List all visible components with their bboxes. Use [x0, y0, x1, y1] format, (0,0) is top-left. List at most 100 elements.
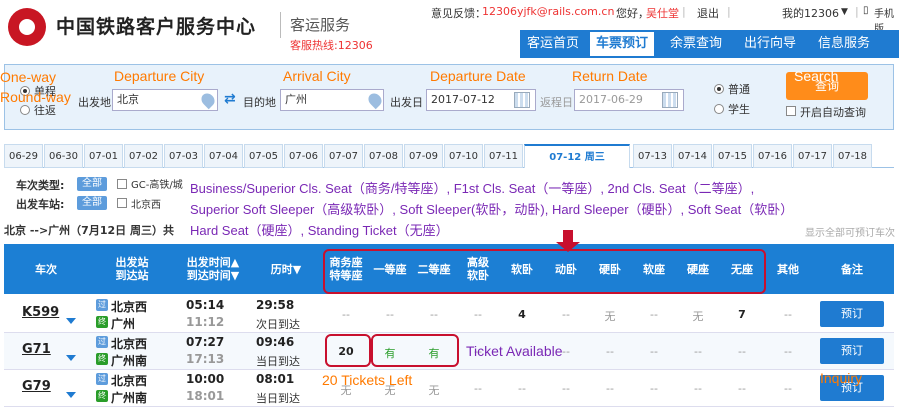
date-tab[interactable]: 07-16 — [753, 144, 792, 168]
nav-ticket-booking[interactable]: 车票预订 — [588, 30, 656, 58]
col-duration[interactable]: 历时▼ — [256, 244, 316, 294]
terminal-badge-icon: 终 — [96, 390, 108, 402]
available-highlight — [371, 334, 459, 367]
train-number-link[interactable]: K599 — [22, 305, 59, 320]
date-tab[interactable]: 07-15 — [713, 144, 752, 168]
seat-availability: -- — [518, 382, 526, 395]
duration: 29:58 — [256, 298, 295, 312]
date-tab[interactable]: 07-01 — [84, 144, 123, 168]
departure-time: 07:27 — [186, 335, 225, 349]
nav-ticket-query[interactable]: 余票查询 — [660, 30, 732, 58]
annotation-return-date: Return Date — [572, 68, 648, 84]
seat-availability: -- — [474, 308, 482, 321]
annotation-search: Search — [794, 68, 839, 84]
seat-availability: -- — [694, 345, 702, 358]
date-tab[interactable]: 06-29 — [4, 144, 43, 168]
date-tab[interactable]: 07-09 — [404, 144, 443, 168]
annotation-seat-types-3: Hard Seat（硬座）, Standing Ticket（无座） — [190, 223, 449, 238]
calendar-icon[interactable] — [514, 92, 530, 108]
my12306-link[interactable]: 我的12306 — [782, 5, 839, 21]
station-checkbox[interactable] — [117, 198, 127, 208]
swap-icon[interactable]: ⇄ — [224, 91, 236, 107]
logout-link[interactable]: 退出 — [697, 5, 719, 21]
brand-subtitle: 客运服务 — [290, 16, 351, 34]
chevron-down-icon[interactable] — [66, 392, 76, 398]
seat-availability: -- — [650, 382, 658, 395]
date-tab[interactable]: 07-11 — [484, 144, 523, 168]
chevron-down-icon[interactable] — [66, 355, 76, 361]
chevron-down-icon[interactable]: ▼ — [841, 7, 848, 17]
date-tab[interactable]: 07-18 — [833, 144, 872, 168]
col-stations[interactable]: 出发站 到达站 — [92, 244, 172, 294]
student-ticket-label: 学生 — [728, 103, 750, 116]
header-divider — [280, 12, 281, 38]
seat-availability: -- — [562, 382, 570, 395]
user-name[interactable]: 吴仕堂 — [646, 5, 679, 21]
date-tab[interactable]: 07-02 — [124, 144, 163, 168]
student-ticket-radio[interactable] — [714, 104, 724, 114]
seat-availability: -- — [738, 345, 746, 358]
date-tab[interactable]: 07-06 — [284, 144, 323, 168]
top-divider: | — [727, 5, 731, 18]
date-tab[interactable]: 07-03 — [164, 144, 203, 168]
seat-availability: 无 — [692, 310, 704, 323]
round-way-radio[interactable] — [20, 105, 30, 115]
date-tab[interactable]: 07-13 — [633, 144, 672, 168]
feedback-email[interactable]: 12306yjfk@rails.com.cn — [482, 5, 614, 18]
seat-availability: 4 — [518, 308, 526, 321]
calendar-icon[interactable] — [662, 92, 678, 108]
train-number-link[interactable]: G79 — [22, 379, 51, 394]
arrival-station: 广州南 — [111, 354, 148, 368]
date-tab[interactable]: 07-05 — [244, 144, 283, 168]
nav-home[interactable]: 客运首页 — [520, 30, 586, 58]
seat-columns-highlight — [323, 249, 766, 294]
col-arr-time: 到达时间▼ — [186, 269, 240, 282]
date-tab[interactable]: 07-08 — [364, 144, 403, 168]
station-filter-label: 出发车站: — [16, 198, 65, 211]
display-all-toggle[interactable]: 显示全部可预订车次 — [805, 224, 895, 239]
railway-logo — [8, 8, 46, 46]
arrival-station: 广州南 — [111, 391, 148, 405]
greeting: 您好， — [616, 7, 649, 20]
date-tab[interactable]: 06-30 — [44, 144, 83, 168]
annotation-inquiry: Inquiry — [820, 370, 863, 386]
train-type-all-button[interactable]: 全部 — [77, 177, 107, 191]
date-tab[interactable]: 07-04 — [204, 144, 243, 168]
date-tab[interactable]: 07-14 — [673, 144, 712, 168]
gc-checkbox[interactable] — [117, 179, 127, 189]
date-tab[interactable]: 07-12 周三 — [524, 144, 630, 168]
origin-badge-icon: 过 — [96, 299, 108, 311]
annotation-departure-date: Departure Date — [430, 68, 526, 84]
date-tab[interactable]: 07-17 — [793, 144, 832, 168]
book-button[interactable]: 预订 — [820, 301, 884, 327]
auto-query-checkbox[interactable] — [786, 106, 796, 116]
col-station-from: 出发站 — [115, 256, 149, 269]
nav-travel-guide[interactable]: 出行向导 — [734, 30, 806, 58]
return-label: 返程日 — [540, 96, 573, 109]
to-label: 目的地 — [243, 96, 276, 109]
col-train[interactable]: 车次 — [4, 244, 88, 294]
col-times[interactable]: 出发时间▲ 到达时间▼ — [176, 244, 250, 294]
annotation-ticket-available: Ticket Available — [466, 343, 563, 359]
departure-station: 北京西 — [111, 300, 148, 314]
col-other: 其他 — [777, 262, 799, 276]
annotation-seat-types-2: Superior Soft Sleeper（高级软卧）, Soft Sleepe… — [190, 202, 794, 217]
brand-title: 中国铁路客户服务中心 — [56, 16, 257, 38]
col-remark: 备注 — [841, 262, 863, 276]
station-all-button[interactable]: 全部 — [77, 196, 107, 210]
station-option-label: 北京西 — [131, 200, 161, 211]
book-button[interactable]: 预订 — [820, 338, 884, 364]
train-number-link[interactable]: G71 — [22, 342, 51, 357]
date-tab[interactable]: 07-07 — [324, 144, 363, 168]
seat-availability: -- — [694, 382, 702, 395]
chevron-down-icon[interactable] — [66, 318, 76, 324]
arrow-down-icon — [556, 242, 580, 252]
nav-info-service[interactable]: 信息服务 — [808, 30, 880, 58]
top-divider: | — [855, 5, 859, 18]
duration: 09:46 — [256, 335, 295, 349]
col-dep-time: 出发时间▲ — [186, 256, 240, 269]
normal-ticket-radio[interactable] — [714, 84, 724, 94]
date-tab[interactable]: 07-10 — [444, 144, 483, 168]
terminal-badge-icon: 终 — [96, 316, 108, 328]
normal-ticket-label: 普通 — [728, 83, 750, 96]
